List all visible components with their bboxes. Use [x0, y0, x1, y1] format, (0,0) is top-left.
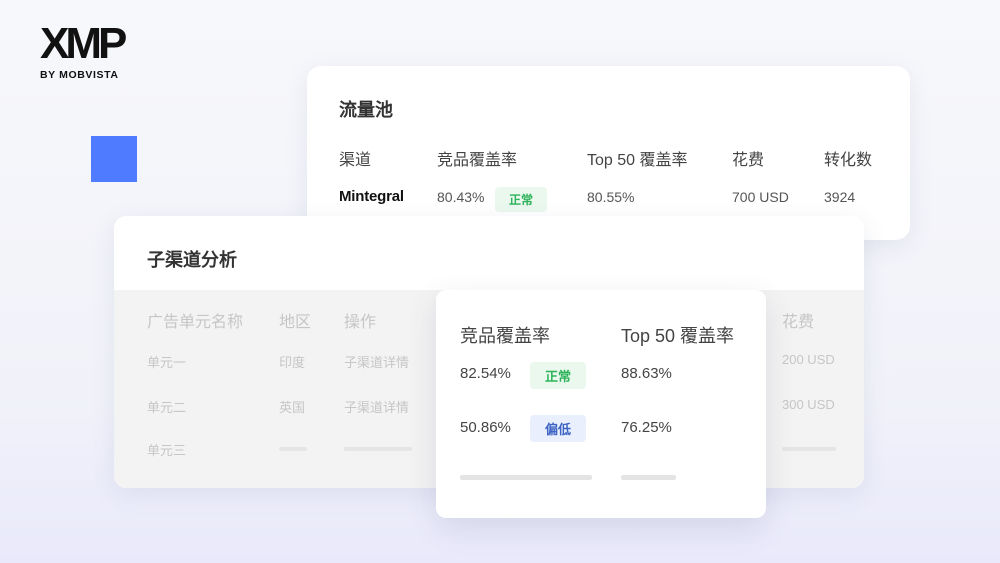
- table-cell-spend: 300 USD: [782, 397, 835, 412]
- placeholder-bar: [460, 475, 592, 480]
- pool-header-top50: Top 50 覆盖率: [587, 152, 688, 169]
- table-cell-unit-name: 单元二: [147, 400, 187, 415]
- placeholder-bar: [279, 447, 307, 451]
- pool-spend-value: 700 USD: [732, 189, 789, 205]
- placeholder-bar: [782, 447, 836, 451]
- table-cell-spend: 200 USD: [782, 352, 835, 367]
- placeholder-bar: [621, 475, 676, 480]
- sub-header-region: 地区: [279, 314, 312, 331]
- table-cell-region: 印度: [279, 355, 306, 370]
- popup-top50-value: 88.63%: [621, 365, 672, 382]
- logo-text: XMP: [40, 19, 126, 68]
- sub-header-unit-name: 广告单元名称: [147, 314, 244, 331]
- placeholder-bar: [344, 447, 412, 451]
- pool-top50-value: 80.55%: [587, 189, 635, 205]
- pool-header-spend: 花费: [732, 152, 765, 169]
- table-cell-unit-name: 单元一: [147, 355, 187, 370]
- status-badge: 正常: [495, 187, 548, 212]
- sub-header-spend: 花费: [782, 314, 815, 331]
- pool-header-coverage: 竞品覆盖率: [437, 152, 518, 169]
- sub-channel-detail-link[interactable]: 子渠道详情: [344, 397, 409, 416]
- sub-title: 子渠道分析: [147, 250, 237, 270]
- status-badge: 偏低: [530, 415, 587, 442]
- status-badge: 正常: [530, 362, 587, 389]
- popup-coverage-value: 82.54%: [460, 365, 511, 382]
- popup-header-top50: Top 50 覆盖率: [621, 326, 735, 346]
- sub-channel-detail-link[interactable]: 子渠道详情: [344, 352, 409, 371]
- pool-title: 流量池: [339, 100, 393, 120]
- pool-coverage-value: 80.43%: [437, 189, 485, 205]
- popup-top50-value: 76.25%: [621, 419, 672, 436]
- table-cell-region: 英国: [279, 400, 306, 415]
- traffic-pool-card: 流量池 渠道 竞品覆盖率 Top 50 覆盖率 花费 转化数 Mintegral…: [307, 66, 910, 240]
- coverage-popup-card: 竞品覆盖率 Top 50 覆盖率 82.54% 正常 88.63% 50.86%…: [436, 290, 766, 518]
- popup-coverage-value: 50.86%: [460, 419, 511, 436]
- pool-conversions-value: 3924: [824, 189, 856, 205]
- table-cell-unit-name: 单元三: [147, 443, 187, 458]
- pool-header-channel: 渠道: [339, 152, 372, 169]
- pool-header-conversions: 转化数: [824, 152, 873, 169]
- logo-subtitle: BY MOBVISTA: [40, 69, 119, 81]
- popup-header-coverage: 竞品覆盖率: [460, 326, 550, 346]
- decorative-blue-square: [91, 136, 137, 182]
- mintegral-logo: Mintegral: [339, 188, 404, 205]
- sub-header-action: 操作: [344, 314, 377, 331]
